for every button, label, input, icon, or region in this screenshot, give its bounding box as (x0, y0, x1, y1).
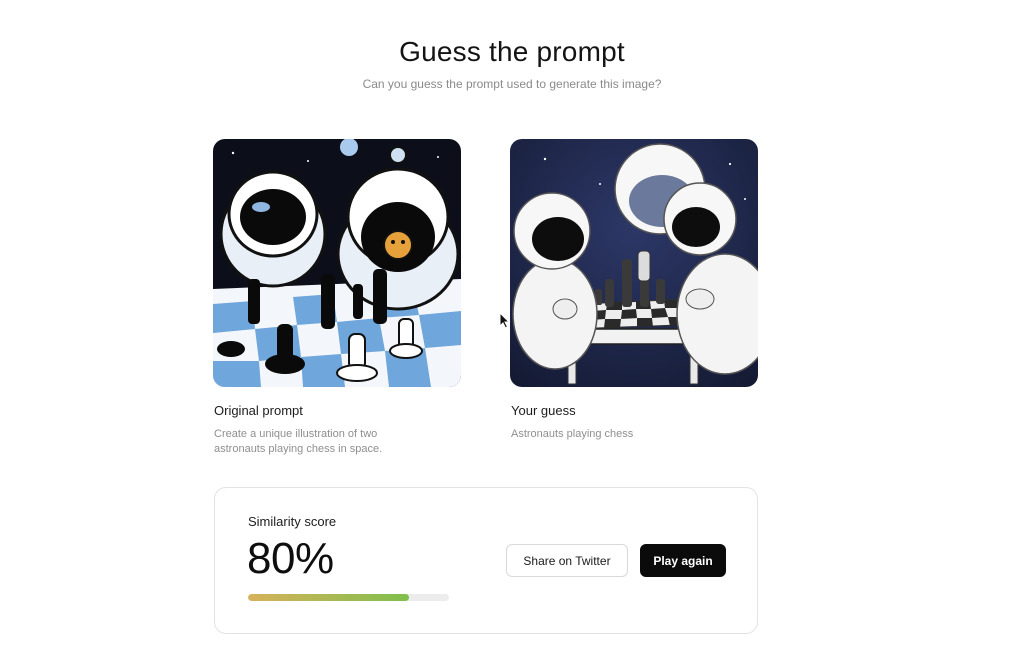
similarity-score-label: Similarity score (248, 514, 337, 529)
original-prompt-text: Create a unique illustration of two astr… (214, 428, 383, 455)
page-title: Guess the prompt (399, 36, 625, 67)
original-image (213, 139, 461, 387)
original-prompt-heading: Original prompt (214, 403, 303, 418)
similarity-score-card: Similarity score 80% Share on Twitter Pl… (214, 487, 758, 634)
your-guess-text: Astronauts playing chess (511, 428, 634, 440)
mouse-cursor-icon (499, 312, 511, 329)
share-on-twitter-button[interactable]: Share on Twitter (506, 544, 628, 577)
similarity-progress-bar (248, 594, 449, 601)
your-guess-heading: Your guess (511, 403, 576, 418)
play-again-button[interactable]: Play again (640, 544, 726, 577)
similarity-score-value: 80% (247, 534, 334, 583)
similarity-progress-fill (248, 594, 409, 601)
page-subtitle: Can you guess the prompt used to generat… (362, 77, 662, 91)
guess-image (510, 139, 758, 387)
